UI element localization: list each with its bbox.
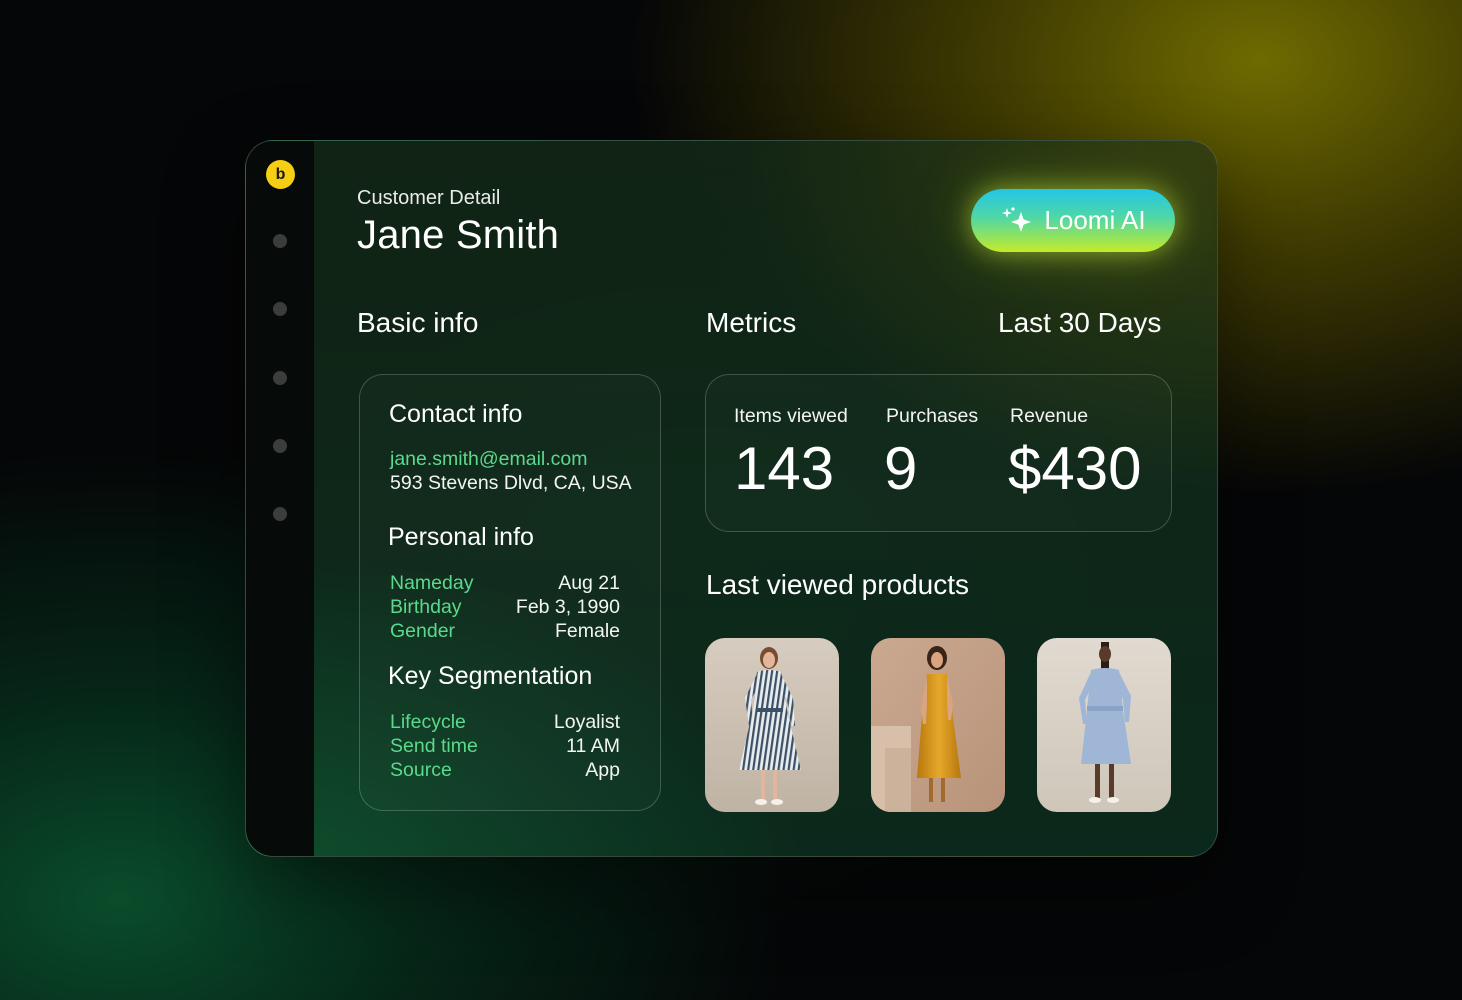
row-value: Aug 21 bbox=[558, 572, 620, 594]
row-value: Feb 3, 1990 bbox=[515, 596, 620, 618]
period-selector[interactable]: Last 30 Days bbox=[998, 307, 1161, 339]
sidebar-nav-item-5[interactable] bbox=[273, 507, 287, 521]
breadcrumb: Customer Detail bbox=[357, 187, 501, 209]
key-segmentation-heading: Key Segmentation bbox=[388, 662, 593, 690]
row-value: App bbox=[585, 759, 620, 781]
sparkle-icon bbox=[1002, 206, 1032, 232]
product-card-3[interactable] bbox=[1037, 638, 1171, 812]
customer-detail-window: b Customer Detail Jane Smith Loomi AI Ba… bbox=[245, 140, 1218, 857]
sidebar-nav-item-2[interactable] bbox=[273, 302, 287, 316]
product-image-blue-dress bbox=[1037, 638, 1171, 812]
contact-info-heading: Contact info bbox=[389, 400, 523, 428]
app-logo[interactable]: b bbox=[266, 160, 295, 189]
loomi-ai-label: Loomi AI bbox=[1044, 205, 1146, 235]
product-card-2[interactable] bbox=[871, 638, 1005, 812]
row-label: Birthday bbox=[390, 596, 462, 618]
loomi-ai-button[interactable]: Loomi AI bbox=[971, 189, 1175, 252]
row-value: Female bbox=[554, 620, 620, 642]
address-text: 593 Stevens Dlvd, CA, USA bbox=[390, 472, 632, 494]
metric-label-purchases: Purchases bbox=[886, 405, 979, 427]
sidebar-nav-item-4[interactable] bbox=[273, 439, 287, 453]
personal-row-nameday: Nameday Aug 21 bbox=[390, 572, 620, 596]
product-card-1[interactable] bbox=[705, 638, 839, 812]
segmentation-row-lifecycle: Lifecycle Loyalist bbox=[390, 711, 620, 735]
metric-label-revenue: Revenue bbox=[1010, 405, 1089, 427]
row-value: Loyalist bbox=[553, 711, 620, 733]
row-label: Gender bbox=[390, 620, 456, 642]
segmentation-row-send-time: Send time 11 AM bbox=[390, 735, 620, 759]
metric-value-purchases: 9 bbox=[884, 435, 918, 502]
row-label: Lifecycle bbox=[390, 711, 466, 733]
metrics-heading: Metrics bbox=[706, 307, 797, 338]
personal-info-heading: Personal info bbox=[388, 523, 534, 551]
product-image-striped-dress bbox=[705, 638, 839, 812]
sidebar: b bbox=[246, 141, 314, 856]
sidebar-nav-item-1[interactable] bbox=[273, 234, 287, 248]
row-value: 11 AM bbox=[566, 735, 620, 757]
basic-info-heading: Basic info bbox=[357, 307, 479, 338]
personal-row-gender: Gender Female bbox=[390, 620, 620, 644]
page-title: Jane Smith bbox=[357, 213, 560, 257]
metrics-card: Items viewed 143 Purchases 9 Revenue $43… bbox=[705, 374, 1172, 532]
product-image-yellow-dress bbox=[871, 638, 1005, 812]
metric-value-revenue: $430 bbox=[1008, 435, 1142, 502]
row-label: Nameday bbox=[390, 572, 474, 594]
logo-glyph: b bbox=[275, 165, 286, 183]
row-label: Send time bbox=[390, 735, 478, 757]
metric-label-items-viewed: Items viewed bbox=[734, 405, 848, 427]
segmentation-row-source: Source App bbox=[390, 759, 620, 783]
sidebar-nav-item-3[interactable] bbox=[273, 371, 287, 385]
personal-row-birthday: Birthday Feb 3, 1990 bbox=[390, 596, 620, 620]
row-label: Source bbox=[390, 759, 452, 781]
basic-info-card: Contact info jane.smith@email.com 593 St… bbox=[359, 374, 661, 811]
email-link[interactable]: jane.smith@email.com bbox=[390, 448, 588, 471]
last-viewed-heading: Last viewed products bbox=[706, 569, 970, 600]
metric-value-items-viewed: 143 bbox=[734, 435, 835, 502]
